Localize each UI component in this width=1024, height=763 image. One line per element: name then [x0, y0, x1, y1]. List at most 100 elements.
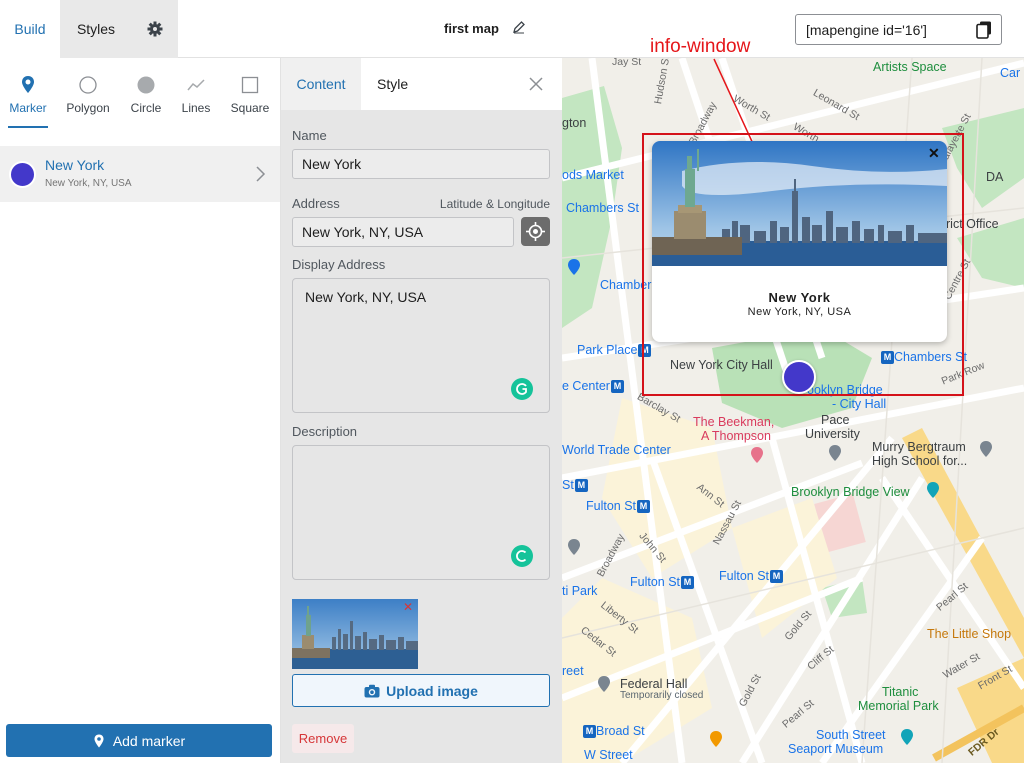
map-label: Titanic [882, 685, 919, 699]
map-label: Fulton St M [586, 499, 651, 514]
map-label-text: Fulton St [630, 575, 681, 589]
map-label: reet [562, 664, 584, 678]
shortcode-text: [mapengine id='16'] [806, 22, 927, 38]
map-label: M Broad St [582, 724, 645, 739]
top-bar: Build Styles first map [mapengine id='16… [0, 0, 1024, 58]
chevron-right-icon [256, 166, 266, 182]
map-label: Fulton St M [719, 569, 784, 584]
map-label: A Thompson [701, 429, 771, 443]
remove-image-icon[interactable]: ✕ [403, 600, 413, 614]
map-label: Seaport Museum [788, 742, 884, 756]
copy-icon [976, 21, 991, 39]
map-label: Brooklyn Bridge View [791, 485, 910, 499]
street-label: Jay St [612, 58, 642, 68]
map-label-text: Fulton St [719, 569, 770, 583]
subway-icon: M [637, 500, 651, 514]
museum-pin-icon [901, 729, 913, 745]
school-pin-icon [829, 445, 841, 461]
map-label-text: e Center [562, 379, 610, 393]
tab-circle[interactable]: Circle [118, 58, 174, 128]
grammarly-icon [511, 378, 533, 400]
marker-list-item[interactable]: New York New York, NY, USA [0, 146, 280, 202]
subway-icon: M [583, 725, 596, 739]
map-label: Memorial Park [858, 699, 939, 713]
map-marker[interactable] [782, 360, 816, 394]
subway-icon: M [610, 380, 624, 394]
marker-name: New York [45, 157, 105, 173]
subway-icon: M [770, 570, 784, 584]
tab-polygon-label: Polygon [66, 101, 110, 115]
marker-address: New York, NY, USA [45, 178, 132, 189]
description-textarea[interactable] [292, 445, 550, 580]
map-label: gton [562, 116, 587, 130]
tab-lines[interactable]: Lines [168, 58, 224, 128]
circle-icon [137, 76, 155, 94]
map-label: Murry Bergtraum [872, 440, 966, 454]
description-label: Description [292, 424, 358, 439]
add-marker-label: Add marker [112, 732, 186, 749]
map-label: Park Place M [577, 343, 652, 358]
layers-panel: Marker Polygon Circle Lines Square New Y… [0, 58, 281, 763]
line-chart-icon [187, 79, 205, 91]
info-window[interactable]: ✕ New York New York, NY, USA [652, 141, 947, 342]
info-window-address: New York, NY, USA [747, 306, 852, 318]
restaurant-pin-icon [710, 731, 722, 747]
marker-image-thumbnail [292, 599, 418, 669]
tab-polygon[interactable]: Polygon [60, 58, 116, 128]
settings-tab[interactable] [132, 0, 178, 58]
map-label-text: Fulton St [586, 499, 637, 513]
shortcode-field[interactable]: [mapengine id='16'] [795, 14, 1002, 45]
close-icon[interactable] [528, 76, 544, 92]
tab-styles[interactable]: Styles [60, 0, 132, 58]
copy-shortcode-button[interactable] [976, 21, 992, 39]
display-address-value: New York, NY, USA [305, 289, 427, 305]
subway-icon: M [574, 479, 588, 493]
school-pin-icon [980, 441, 992, 457]
map-label: e Center M [562, 379, 624, 394]
remove-marker-button[interactable]: Remove [292, 724, 354, 753]
map-label: University [805, 427, 860, 441]
close-info-window-button[interactable]: ✕ [928, 145, 940, 162]
map-title: first map [444, 21, 499, 36]
crosshair-icon [526, 222, 545, 241]
marker-editor-panel: Content Style Name New York Address Lati… [281, 58, 562, 763]
place-pin-icon [568, 539, 580, 555]
map-label: Artists Space [873, 60, 947, 74]
marker-color-dot [9, 161, 36, 188]
name-label: Name [292, 128, 327, 143]
address-input[interactable]: New York, NY, USA [292, 217, 514, 247]
tab-marker[interactable]: Marker [0, 58, 56, 128]
latlng-toggle[interactable]: Latitude & Longitude [440, 197, 550, 211]
add-marker-button[interactable]: Add marker [6, 724, 272, 757]
tab-lines-label: Lines [181, 101, 211, 115]
map-label-text: Park Place [577, 343, 638, 357]
map-label: Fulton St M [630, 575, 695, 590]
camera-icon [364, 684, 380, 697]
upload-image-button[interactable]: Upload image [292, 674, 550, 707]
tab-content[interactable]: Content [281, 58, 361, 110]
tab-marker-label: Marker [9, 101, 47, 115]
map-label: St M [562, 478, 588, 493]
camera-pin-icon [927, 482, 939, 498]
edit-title-button[interactable] [512, 20, 530, 38]
display-address-textarea[interactable]: New York, NY, USA [292, 278, 550, 413]
locate-button[interactable] [521, 217, 550, 246]
tab-square-label: Square [230, 101, 270, 115]
map-label: Chambers St [566, 201, 639, 215]
pencil-icon [513, 21, 525, 34]
tab-square[interactable]: Square [222, 58, 278, 128]
tab-circle-label: Circle [130, 101, 162, 115]
map-label: Federal Hall [620, 677, 688, 691]
name-input[interactable]: New York [292, 149, 550, 179]
subway-icon: M [681, 576, 695, 590]
polygon-icon [79, 76, 97, 94]
map-label: World Trade Center [562, 443, 671, 457]
tab-build[interactable]: Build [0, 0, 60, 58]
map-label: High School for... [872, 454, 968, 468]
map-label-text: Broad St [596, 724, 645, 738]
info-window-image [652, 141, 947, 266]
tab-style[interactable]: Style [377, 58, 408, 110]
grammarly-icon [511, 545, 533, 567]
address-label: Address [292, 196, 340, 211]
map-label: Temporarily closed [620, 690, 704, 701]
